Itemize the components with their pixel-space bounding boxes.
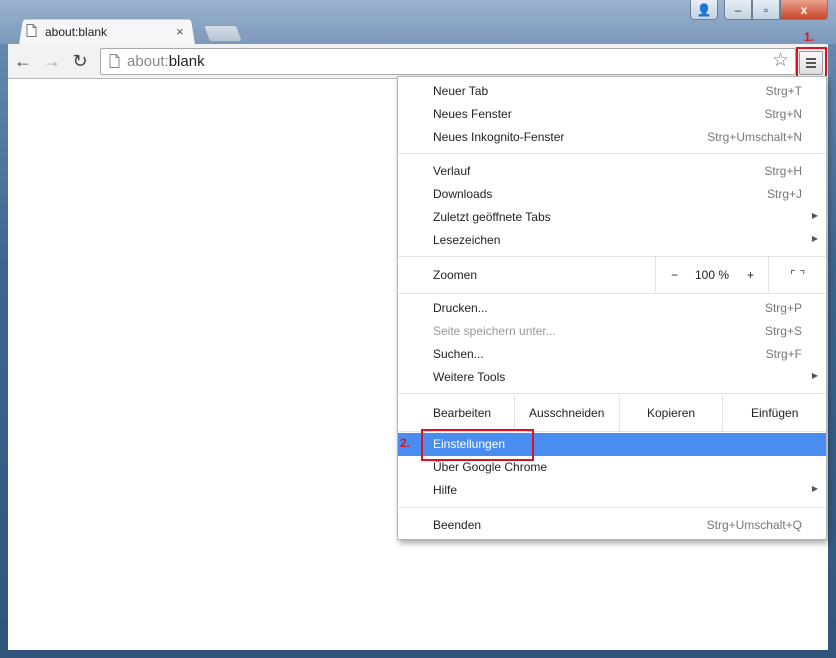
edit-label: Bearbeiten bbox=[433, 406, 492, 420]
menu-label: Weitere Tools bbox=[433, 370, 506, 384]
submenu-arrow-icon: ▶ bbox=[811, 371, 818, 380]
step2-label: 2. bbox=[400, 436, 411, 450]
menu-label: Neues Fenster bbox=[433, 107, 512, 121]
zoom-in-button[interactable]: + bbox=[747, 268, 754, 282]
tab-title: about:blank bbox=[45, 25, 108, 39]
zoom-out-button[interactable]: − bbox=[671, 268, 678, 282]
menu-zoom-row: Zoomen − 100 % + ⌜⌝ bbox=[398, 257, 826, 293]
menu-shortcut: Strg+N bbox=[764, 107, 802, 121]
paste-button[interactable]: Einfügen bbox=[751, 406, 798, 420]
chrome-menu: Neuer Tab Strg+T Neues Fenster Strg+N Ne… bbox=[397, 76, 827, 540]
menu-shortcut: Strg+Umschalt+N bbox=[707, 130, 802, 144]
page-icon bbox=[26, 24, 37, 40]
reload-icon[interactable]: ↻ bbox=[68, 49, 92, 73]
step1-label: 1. bbox=[804, 30, 815, 44]
submenu-arrow-icon: ▶ bbox=[811, 484, 818, 493]
menu-item-new-window[interactable]: Neues Fenster Strg+N bbox=[398, 103, 826, 126]
menu-divider bbox=[398, 393, 826, 394]
window-controls: 👤 ‒ ▫ x bbox=[690, 0, 828, 20]
address-text[interactable]: about:blank bbox=[127, 53, 205, 70]
menu-item-find[interactable]: Suchen... Strg+F bbox=[398, 343, 826, 366]
menu-item-bookmarks[interactable]: Lesezeichen ▶ bbox=[398, 229, 826, 252]
menu-label: Verlauf bbox=[433, 164, 471, 178]
new-tab-button[interactable] bbox=[202, 25, 244, 42]
menu-shortcut: Strg+S bbox=[764, 324, 802, 338]
url-rest: blank bbox=[168, 53, 205, 70]
maximize-button[interactable]: ▫ bbox=[752, 0, 780, 20]
menu-item-save-page: Seite speichern unter... Strg+S bbox=[398, 320, 826, 343]
menu-label: Über Google Chrome bbox=[433, 460, 548, 474]
edit-divider bbox=[722, 395, 723, 431]
menu-shortcut: Strg+H bbox=[764, 164, 802, 178]
menu-shortcut: Strg+J bbox=[766, 187, 802, 201]
menu-label: Neuer Tab bbox=[433, 84, 489, 98]
toolbar: ← → ↻ about:blank ☆ bbox=[8, 44, 828, 79]
menu-item-downloads[interactable]: Downloads Strg+J bbox=[398, 183, 826, 206]
menu-label: Hilfe bbox=[433, 483, 458, 497]
menu-edit-row: Bearbeiten Ausschneiden Kopieren Einfüge… bbox=[398, 395, 826, 431]
zoom-divider bbox=[655, 257, 656, 293]
url-scheme: about: bbox=[127, 53, 169, 70]
menu-label: Beenden bbox=[433, 518, 482, 532]
menu-shortcut: Strg+T bbox=[765, 84, 802, 98]
menu-item-print[interactable]: Drucken... Strg+P bbox=[398, 297, 826, 320]
menu-item-incognito[interactable]: Neues Inkognito-Fenster Strg+Umschalt+N bbox=[398, 126, 826, 149]
menu-label: Suchen... bbox=[433, 347, 484, 361]
cut-button[interactable]: Ausschneiden bbox=[529, 406, 604, 420]
menu-item-more-tools[interactable]: Weitere Tools ▶ bbox=[398, 366, 826, 389]
menu-item-history[interactable]: Verlauf Strg+H bbox=[398, 160, 826, 183]
copy-button[interactable]: Kopieren bbox=[647, 406, 695, 420]
menu-shortcut: Strg+F bbox=[765, 347, 802, 361]
submenu-arrow-icon: ▶ bbox=[811, 234, 818, 243]
edit-divider bbox=[514, 395, 515, 431]
page-icon bbox=[109, 54, 120, 73]
menu-label: Seite speichern unter... bbox=[433, 324, 556, 338]
menu-label: Lesezeichen bbox=[433, 233, 501, 247]
menu-label: Neues Inkognito-Fenster bbox=[433, 130, 565, 144]
menu-shortcut: Strg+Umschalt+Q bbox=[706, 518, 802, 532]
menu-item-help[interactable]: Hilfe ▶ bbox=[398, 479, 826, 502]
submenu-arrow-icon: ▶ bbox=[811, 211, 818, 220]
zoom-value: 100 % bbox=[695, 268, 730, 282]
back-icon[interactable]: ← bbox=[11, 49, 35, 73]
menu-label: Drucken... bbox=[433, 301, 488, 315]
menu-shortcut: Strg+P bbox=[764, 301, 802, 315]
step2-highlight bbox=[421, 429, 534, 461]
minimize-button[interactable]: ‒ bbox=[724, 0, 752, 20]
zoom-divider bbox=[768, 257, 769, 293]
menu-item-new-tab[interactable]: Neuer Tab Strg+T bbox=[398, 80, 826, 103]
menu-label: Downloads bbox=[433, 187, 493, 201]
forward-icon[interactable]: → bbox=[40, 49, 64, 73]
menu-divider bbox=[398, 507, 826, 508]
menu-item-recent-tabs[interactable]: Zuletzt geöffnete Tabs ▶ bbox=[398, 206, 826, 229]
fullscreen-icon[interactable]: ⌜⌝ bbox=[790, 268, 809, 282]
user-icon[interactable]: 👤 bbox=[690, 0, 718, 20]
edit-divider bbox=[619, 395, 620, 431]
menu-label: Zuletzt geöffnete Tabs bbox=[433, 210, 551, 224]
menu-item-quit[interactable]: Beenden Strg+Umschalt+Q bbox=[398, 514, 826, 537]
browser-window: about:blank × 👤 ‒ ▫ x ← → ↻ about:blank … bbox=[0, 0, 836, 658]
menu-divider bbox=[398, 293, 826, 294]
tab-content[interactable]: about:blank bbox=[26, 20, 196, 44]
zoom-label: Zoomen bbox=[433, 268, 478, 282]
close-window-button[interactable]: x bbox=[780, 0, 828, 20]
address-bar[interactable]: about:blank bbox=[100, 48, 796, 75]
menu-divider bbox=[398, 153, 826, 154]
tab-close-icon[interactable]: × bbox=[176, 24, 184, 39]
